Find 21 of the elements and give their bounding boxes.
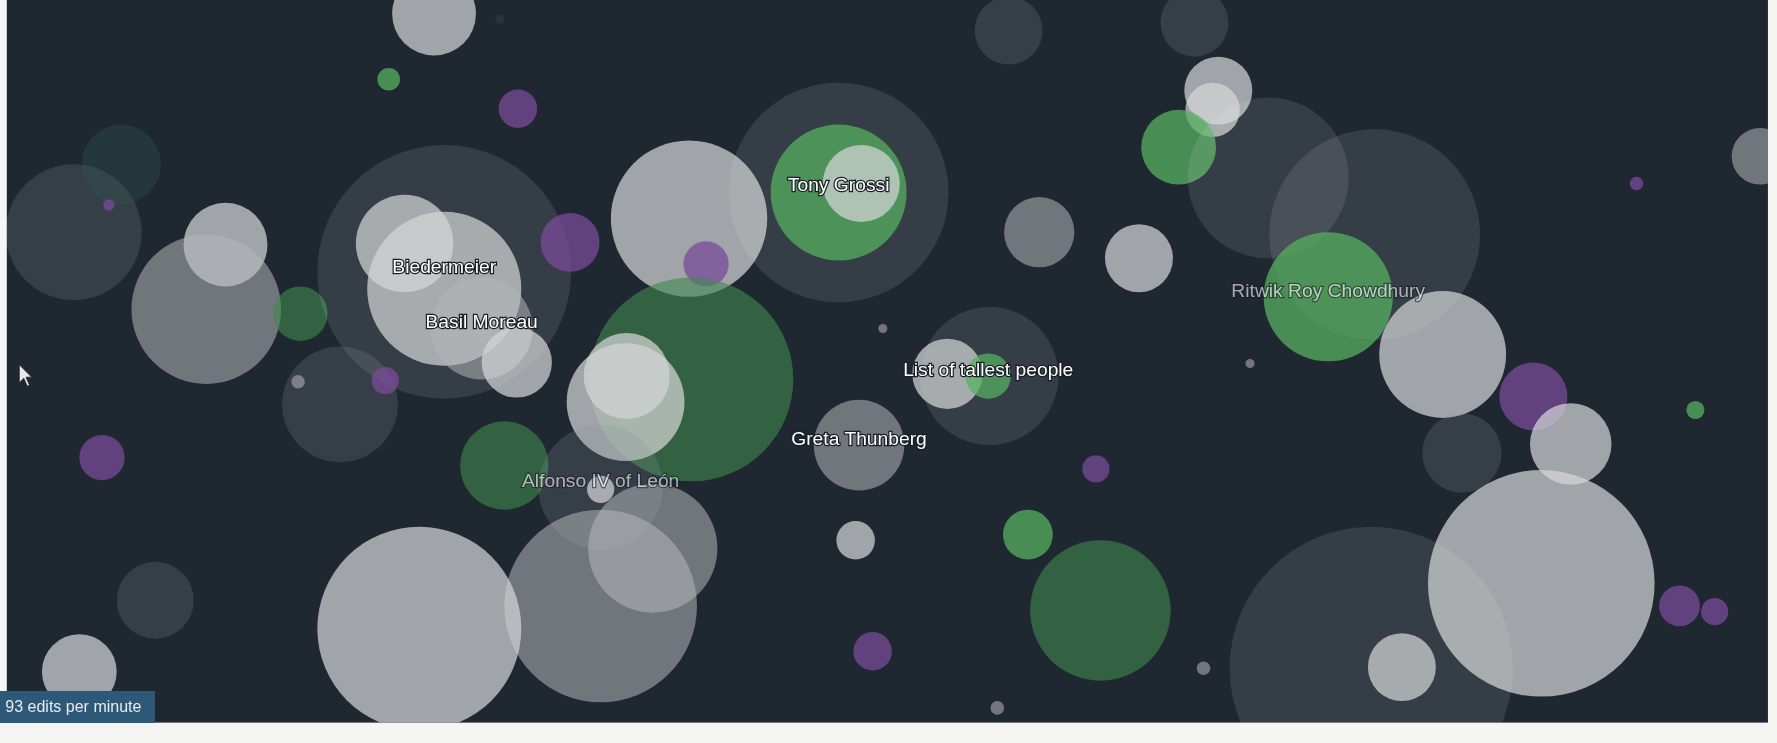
bubble [974, 0, 1043, 65]
bubble [853, 632, 892, 671]
bubble [498, 89, 538, 128]
bubble [836, 521, 875, 560]
bubble [878, 323, 888, 333]
bubble [1104, 224, 1173, 293]
article-title[interactable]: Alfonso IV of León [521, 470, 680, 492]
cursor-icon [18, 364, 33, 387]
bubble [1004, 197, 1075, 268]
bubble [1196, 661, 1211, 676]
bubble [79, 434, 125, 481]
bubble [1245, 359, 1255, 369]
article-title[interactable]: Tony Grossi [787, 174, 890, 196]
bubble [377, 67, 401, 91]
bubble [1629, 176, 1644, 191]
bubble [990, 701, 1005, 715]
bubble [1686, 400, 1705, 420]
bubble [1160, 0, 1229, 57]
edit-rate-text: 93 edits per minute [0, 691, 155, 723]
bubble [1082, 455, 1110, 483]
bubble [1731, 128, 1768, 185]
